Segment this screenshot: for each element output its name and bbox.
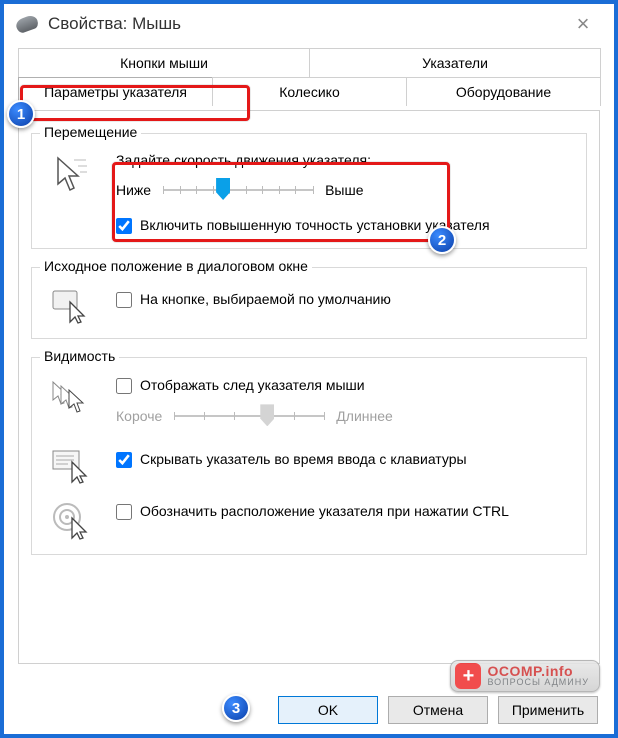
tab-hardware[interactable]: Оборудование bbox=[406, 77, 601, 106]
speed-slow-label: Ниже bbox=[116, 182, 151, 198]
cancel-button[interactable]: Отмена bbox=[388, 696, 488, 724]
annotation-badge-1: 1 bbox=[7, 100, 35, 128]
group-visibility-legend: Видимость bbox=[40, 348, 119, 364]
dialog-buttons: OK Отмена Применить bbox=[278, 696, 598, 724]
speed-label: Задайте скорость движения указателя: bbox=[116, 152, 574, 168]
snap-checkbox[interactable] bbox=[116, 292, 132, 308]
group-motion-legend: Перемещение bbox=[40, 124, 141, 140]
group-motion: Перемещение Задайте скорость движения ук… bbox=[31, 133, 587, 249]
trails-slider-thumb bbox=[260, 404, 274, 426]
hide-typing-checkbox[interactable] bbox=[116, 452, 132, 468]
tabs: Кнопки мыши Указатели Параметры указател… bbox=[6, 42, 612, 106]
snap-label[interactable]: На кнопке, выбираемой по умолчанию bbox=[140, 290, 391, 308]
watermark-sub: ВОПРОСЫ АДМИНУ bbox=[487, 677, 589, 687]
ctrl-locate-icon bbox=[44, 498, 100, 540]
hide-typing-label[interactable]: Скрывать указатель во время ввода с клав… bbox=[140, 450, 467, 468]
window-title: Свойства: Мышь bbox=[48, 14, 564, 34]
tab-buttons[interactable]: Кнопки мыши bbox=[18, 48, 310, 77]
trails-short-label: Короче bbox=[116, 408, 162, 424]
speed-fast-label: Выше bbox=[325, 182, 363, 198]
trails-checkbox[interactable] bbox=[116, 378, 132, 394]
tab-panel: Перемещение Задайте скорость движения ук… bbox=[18, 110, 600, 664]
annotation-badge-2: 2 bbox=[428, 226, 456, 254]
enhance-precision-checkbox[interactable] bbox=[116, 218, 132, 234]
motion-cursor-icon bbox=[44, 152, 100, 192]
trails-icon bbox=[44, 376, 100, 416]
tab-pointer-options[interactable]: Параметры указателя bbox=[18, 77, 213, 106]
annotation-badge-3: 3 bbox=[222, 694, 250, 722]
plus-icon: + bbox=[455, 663, 481, 689]
group-snap-legend: Исходное положение в диалоговом окне bbox=[40, 258, 312, 274]
ctrl-locate-label[interactable]: Обозначить расположение указателя при на… bbox=[140, 502, 509, 520]
mouse-icon bbox=[14, 14, 39, 35]
ctrl-locate-checkbox[interactable] bbox=[116, 504, 132, 520]
titlebar: Свойства: Мышь × bbox=[6, 6, 612, 42]
trails-slider bbox=[174, 404, 324, 428]
ok-button[interactable]: OK bbox=[278, 696, 378, 724]
trails-long-label: Длиннее bbox=[336, 408, 393, 424]
speed-slider[interactable] bbox=[163, 178, 313, 202]
speed-slider-thumb[interactable] bbox=[216, 178, 230, 200]
tab-pointers[interactable]: Указатели bbox=[309, 48, 601, 77]
group-visibility: Видимость Отображать след указателя мыши… bbox=[31, 357, 587, 555]
apply-button[interactable]: Применить bbox=[498, 696, 598, 724]
watermark: + OCOMP.info ВОПРОСЫ АДМИНУ bbox=[450, 660, 600, 692]
watermark-tld: .info bbox=[541, 663, 573, 679]
close-button[interactable]: × bbox=[564, 11, 602, 37]
group-snap: Исходное положение в диалоговом окне На … bbox=[31, 267, 587, 339]
trails-label[interactable]: Отображать след указателя мыши bbox=[140, 376, 365, 394]
snap-icon bbox=[44, 286, 100, 324]
hide-icon bbox=[44, 446, 100, 484]
tab-wheel[interactable]: Колесико bbox=[212, 77, 407, 106]
watermark-brand: OCOMP bbox=[487, 663, 541, 679]
